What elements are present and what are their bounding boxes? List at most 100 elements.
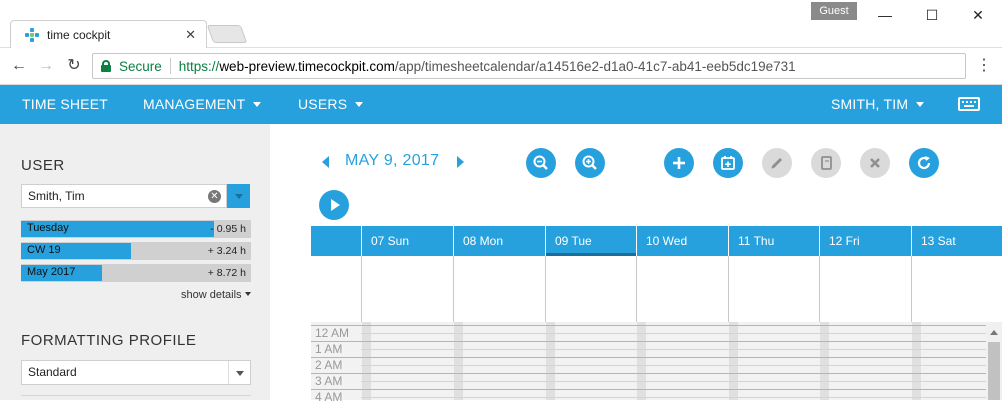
pencil-icon [771,157,783,169]
nav-time-sheet[interactable]: TIME SHEET [22,85,108,124]
chevron-down-icon [228,361,250,384]
add-calendar-button[interactable] [713,148,743,178]
zoom-in-icon [582,155,597,170]
chevron-down-icon [244,292,251,297]
hour-label: 12 AM [315,326,350,340]
refresh-button[interactable] [909,148,939,178]
zoom-in-button[interactable] [575,148,605,178]
day-header[interactable]: 07 Sun [361,226,453,256]
chevron-down-icon [355,101,364,107]
clear-icon[interactable]: ✕ [208,190,221,203]
nav-current-user[interactable]: SMITH, TIM [831,85,925,124]
balance-month-label: May 2017 [27,266,76,278]
guest-badge[interactable]: Guest [811,2,857,20]
tab-title: time cockpit [47,27,111,42]
current-user-label: SMITH, TIM [831,96,909,112]
nav-management[interactable]: MANAGEMENT [143,85,262,124]
balance-week-value: + 3.24 h [207,245,246,257]
app-navbar: TIME SHEET MANAGEMENT USERS SMITH, TIM [0,85,1002,124]
half-hour-line [361,333,986,334]
hour-label: 2 AM [315,358,343,372]
browser-menu-icon[interactable]: ⋮ [976,56,992,76]
refresh-icon [917,156,931,170]
day-header[interactable]: 08 Mon [453,226,545,256]
close-window-icon[interactable]: ✕ [963,4,993,26]
url-path: /app/timesheetcalendar/a14516e2-d1a0-41c… [394,58,796,74]
nav-users[interactable]: USERS [298,85,364,124]
balance-month: May 2017 + 8.72 h [21,264,251,282]
nav-users-label: USERS [298,96,348,112]
column-divider [545,256,546,322]
hour-grid[interactable]: 12 AM 1 AM 2 AM 3 AM 4 AM [311,322,1002,404]
nav-management-label: MANAGEMENT [143,96,246,112]
hour-line [311,357,986,358]
balance-day-label: Tuesday [27,222,69,234]
chevron-down-icon [916,101,925,107]
half-hour-line [361,397,986,398]
tab-close-icon[interactable]: ✕ [185,27,196,43]
hour-line [311,389,986,390]
hour-line [311,325,986,326]
balance-week-label: CW 19 [27,244,61,256]
minimize-icon[interactable]: — [870,4,900,26]
edit-button[interactable] [762,148,792,178]
column-divider [361,256,362,322]
zoom-out-button[interactable] [526,148,556,178]
play-button[interactable] [319,190,349,220]
calendar-day-header: 07 Sun 08 Mon 09 Tue 10 Wed 11 Thu 12 Fr… [311,226,1002,256]
previous-day-icon[interactable] [322,156,329,168]
add-entry-button[interactable] [664,148,694,178]
address-separator [169,58,171,74]
formatting-profile-title: FORMATTING PROFILE [21,332,197,349]
url-host: web-preview.timecockpit.com [219,58,395,74]
sidebar-divider [21,395,251,396]
url-scheme: https:// [178,58,220,74]
current-date[interactable]: MAY 9, 2017 [345,152,439,170]
delete-button[interactable] [860,148,890,178]
day-header[interactable]: 11 Thu [728,226,819,256]
close-icon [870,158,880,168]
play-icon [331,199,340,211]
copy-button[interactable] [811,148,841,178]
day-header[interactable]: 10 Wed [636,226,728,256]
column-divider [819,256,820,322]
user-input[interactable]: Smith, Tim [21,184,227,208]
formatting-profile-select[interactable]: Standard [21,360,251,385]
user-dropdown-button[interactable] [227,184,250,208]
scroll-up-icon[interactable] [990,330,998,335]
half-hour-line [361,365,986,366]
half-hour-line [361,349,986,350]
balance-day-value: - 0.95 h [210,223,246,235]
forward-icon[interactable]: → [36,56,56,76]
new-tab-button[interactable] [206,25,248,43]
formatting-profile-value: Standard [28,365,77,379]
scroll-thumb[interactable] [988,342,1000,400]
hour-label: 3 AM [315,374,343,388]
column-divider [911,256,912,322]
calendar-scrollbar[interactable] [986,322,1002,400]
column-divider [636,256,637,322]
plus-icon [673,157,685,169]
next-day-icon[interactable] [457,156,464,168]
show-details-label: show details [181,289,242,301]
zoom-out-icon [533,155,548,170]
keyboard-icon[interactable] [958,97,980,111]
back-icon[interactable]: ← [9,56,29,76]
column-divider [453,256,454,322]
timecockpit-favicon-icon [25,27,39,42]
balance-month-value: + 8.72 h [207,267,246,279]
browser-tab[interactable]: time cockpit ✕ [10,20,207,48]
show-details-link[interactable]: show details [181,289,251,301]
day-header[interactable]: 13 Sat [911,226,1002,256]
hour-label: 4 AM [315,390,343,404]
day-header-today[interactable]: 09 Tue [545,226,636,256]
maximize-icon[interactable]: ☐ [917,4,947,26]
all-day-area[interactable] [311,256,1002,322]
user-section-title: USER [21,157,65,174]
secure-label: Secure [119,58,162,74]
balance-week: CW 19 + 3.24 h [21,242,251,260]
address-bar[interactable]: Secure https://web-preview.timecockpit.c… [92,53,966,79]
chevron-down-icon [253,101,262,107]
reload-icon[interactable]: ↻ [64,56,84,76]
day-header[interactable]: 12 Fri [819,226,911,256]
